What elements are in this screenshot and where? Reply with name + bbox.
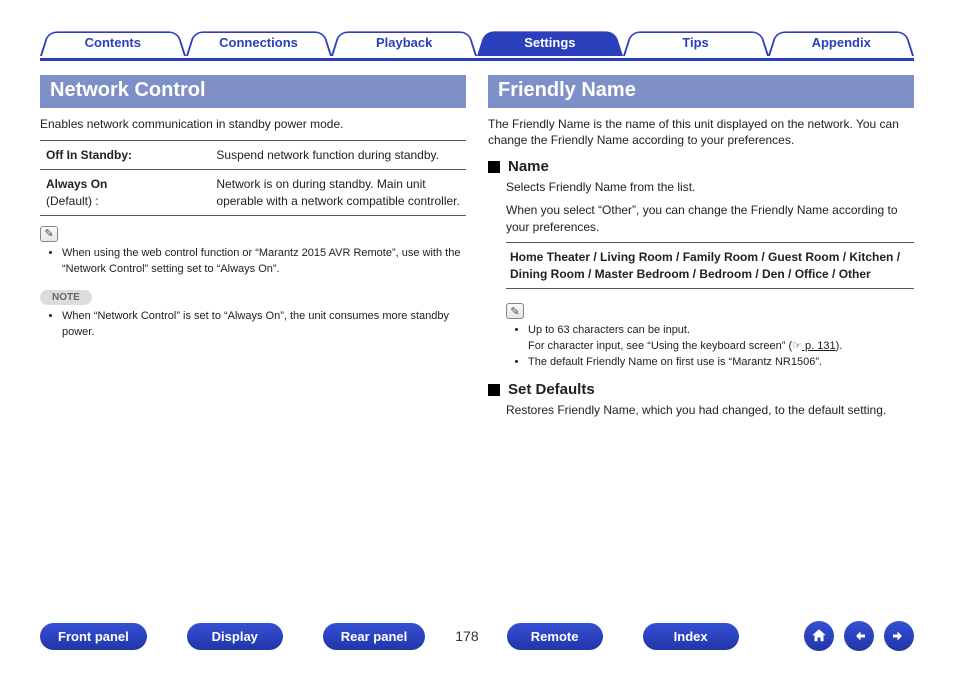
pencil-icon: ✎ (40, 226, 58, 242)
nc-intro: Enables network communication in standby… (40, 116, 466, 132)
front-panel-button[interactable]: Front panel (40, 623, 147, 650)
section-title-friendly-name: Friendly Name (488, 75, 914, 108)
tab-playback[interactable]: Playback (331, 28, 477, 56)
section-title-network-control: Network Control (40, 75, 466, 108)
arrow-right-icon (890, 627, 908, 645)
fn-name-body2: When you select “Other”, you can change … (506, 202, 914, 236)
pencil-icon: ✎ (506, 303, 524, 319)
link-p131[interactable]: p. 131 (802, 340, 836, 352)
tab-tips[interactable]: Tips (623, 28, 769, 56)
next-button[interactable] (884, 621, 914, 651)
prev-button[interactable] (844, 621, 874, 651)
fn-tip-2: The default Friendly Name on first use i… (528, 355, 914, 371)
display-button[interactable]: Display (187, 623, 283, 650)
nc-tip-1: When using the web control function or “… (62, 246, 466, 278)
nc-row1-val: Suspend network function during standby. (210, 141, 466, 170)
tab-underline (40, 58, 914, 61)
rear-panel-button[interactable]: Rear panel (323, 623, 425, 650)
subheading-set-defaults: Set Defaults (488, 381, 914, 398)
tab-appendix[interactable]: Appendix (768, 28, 914, 56)
nc-options-table: Off In Standby: Suspend network function… (40, 140, 466, 216)
page-number: 178 (455, 628, 478, 644)
square-bullet-icon (488, 161, 500, 173)
subheading-name: Name (488, 158, 914, 175)
fn-tip-1: Up to 63 characters can be input. For ch… (528, 323, 914, 355)
fn-name-body1: Selects Friendly Name from the list. (506, 179, 914, 196)
tab-contents[interactable]: Contents (40, 28, 186, 56)
nc-row2-val: Network is on during standby. Main unit … (210, 170, 466, 215)
fn-intro: The Friendly Name is the name of this un… (488, 116, 914, 148)
home-button[interactable] (804, 621, 834, 651)
bottom-nav: Front panel Display Rear panel 178 Remot… (40, 621, 914, 651)
hand-icon: ☞ (792, 340, 802, 352)
note-badge: NOTE (40, 290, 92, 305)
fn-setdefaults-body: Restores Friendly Name, which you had ch… (506, 402, 914, 419)
top-tabs: Contents Connections Playback Settings T… (40, 28, 914, 56)
square-bullet-icon (488, 384, 500, 396)
remote-button[interactable]: Remote (507, 623, 603, 650)
nc-note-1: When “Network Control” is set to “Always… (62, 309, 466, 341)
home-icon (810, 627, 828, 645)
arrow-left-icon (850, 627, 868, 645)
tab-settings[interactable]: Settings (477, 28, 623, 56)
fn-options-list: Home Theater / Living Room / Family Room… (506, 242, 914, 290)
tab-connections[interactable]: Connections (186, 28, 332, 56)
index-button[interactable]: Index (643, 623, 739, 650)
nc-row2-key: Always On (Default) : (40, 170, 210, 215)
nc-row1-key: Off In Standby: (40, 141, 210, 170)
